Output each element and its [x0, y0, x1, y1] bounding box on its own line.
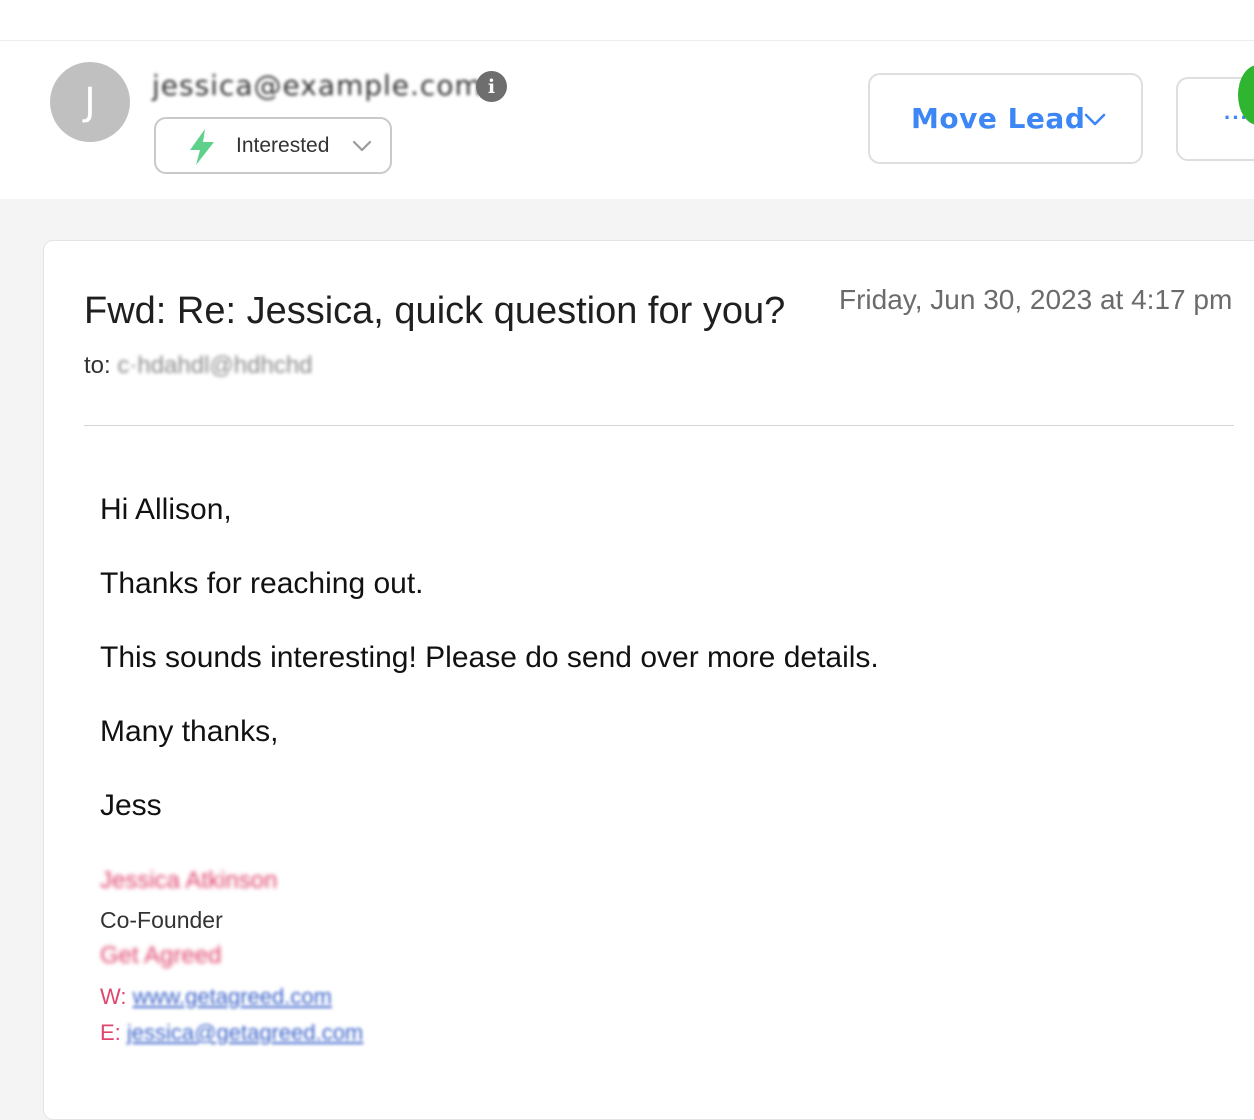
website-link[interactable]: www.getagreed.com: [133, 984, 332, 1009]
email-body-line: This sounds interesting! Please do send …: [100, 641, 879, 674]
chevron-down-icon: [352, 140, 372, 152]
signature-title: Co-Founder: [100, 907, 223, 933]
website-label: W:: [100, 984, 127, 1009]
lead-header: J jessica@example.com i Interested Move …: [0, 41, 1254, 199]
to-address: c·hdahdl@hdhchd: [117, 352, 313, 379]
email-link[interactable]: jessica@getagreed.com: [127, 1020, 363, 1045]
lightning-bolt-icon: [190, 129, 214, 165]
chevron-down-icon: [1084, 113, 1106, 126]
lead-status-dropdown[interactable]: Interested: [154, 117, 392, 174]
signature-website: W: www.getagreed.com: [100, 983, 332, 1011]
email-label: E:: [100, 1020, 121, 1045]
info-icon[interactable]: i: [476, 71, 507, 102]
signature-company: Get Agreed: [100, 942, 222, 969]
divider: [84, 425, 1234, 426]
lead-status-label: Interested: [236, 134, 330, 157]
lead-email[interactable]: jessica@example.com: [152, 69, 483, 103]
email-sender-name: Jess: [100, 789, 162, 822]
move-lead-button[interactable]: Move Lead: [868, 73, 1143, 164]
signature-email: E: jessica@getagreed.com: [100, 1019, 363, 1047]
top-strip: [0, 0, 1254, 41]
email-body-line: Thanks for reaching out.: [100, 567, 424, 600]
move-lead-label: Move Lead: [911, 102, 1086, 135]
email-greeting: Hi Allison,: [100, 493, 232, 526]
to-label: to:: [84, 352, 111, 379]
signature-name: Jessica Atkinson: [100, 867, 278, 894]
email-subject: Fwd: Re: Jessica, quick question for you…: [84, 290, 786, 332]
email-recipient-line: to: c·hdahdl@hdhchd: [84, 351, 313, 381]
avatar: J: [50, 62, 130, 142]
email-datetime: Friday, Jun 30, 2023 at 4:17 pm: [839, 284, 1233, 315]
email-closing: Many thanks,: [100, 715, 279, 748]
